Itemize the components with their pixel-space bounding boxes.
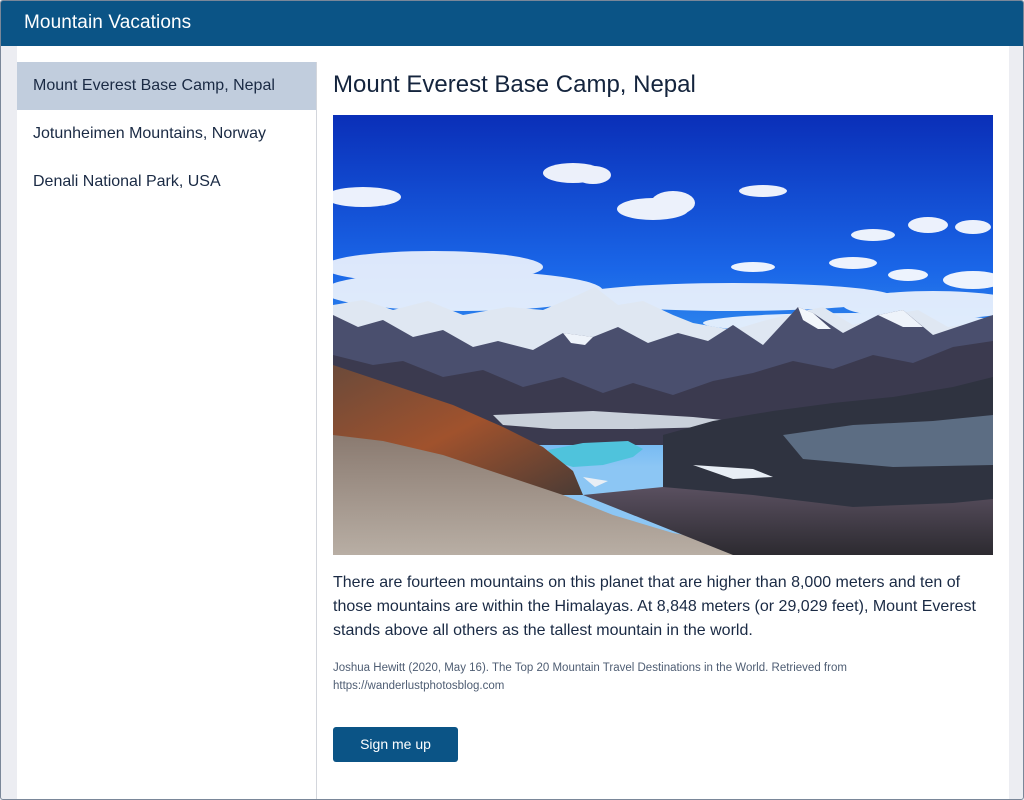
- sidebar-item-everest[interactable]: Mount Everest Base Camp, Nepal: [17, 62, 316, 110]
- sidebar-item-label: Jotunheimen Mountains, Norway: [33, 125, 267, 142]
- page-title: Mount Everest Base Camp, Nepal: [333, 71, 696, 98]
- sidebar-item-denali[interactable]: Denali National Park, USA: [17, 158, 316, 206]
- main-content: Mount Everest Base Camp, Nepal There are…: [333, 62, 993, 762]
- photo-citation: Joshua Hewitt (2020, May 16). The Top 20…: [333, 659, 993, 695]
- sidebar: Mount Everest Base Camp, Nepal Jotunheim…: [17, 62, 317, 799]
- content-panel: Mount Everest Base Camp, Nepal Jotunheim…: [17, 46, 1009, 799]
- app-title: Mountain Vacations: [24, 12, 192, 33]
- citation-text: Joshua Hewitt (2020, May 16). The Top 20…: [333, 662, 847, 674]
- sidebar-item-jotunheimen[interactable]: Jotunheimen Mountains, Norway: [17, 110, 316, 158]
- sidebar-item-label: Denali National Park, USA: [33, 173, 221, 190]
- citation-url: https://wanderlustphotosblog.com: [333, 680, 505, 692]
- sidebar-item-label: Mount Everest Base Camp, Nepal: [33, 77, 275, 94]
- app-window: Mountain Vacations Mount Everest Base Ca…: [0, 0, 1024, 800]
- destination-description: There are fourteen mountains on this pla…: [333, 574, 976, 639]
- app-header: Mountain Vacations: [1, 1, 1023, 46]
- mountain-photo: [333, 115, 993, 555]
- sign-me-up-button[interactable]: Sign me up: [333, 727, 458, 762]
